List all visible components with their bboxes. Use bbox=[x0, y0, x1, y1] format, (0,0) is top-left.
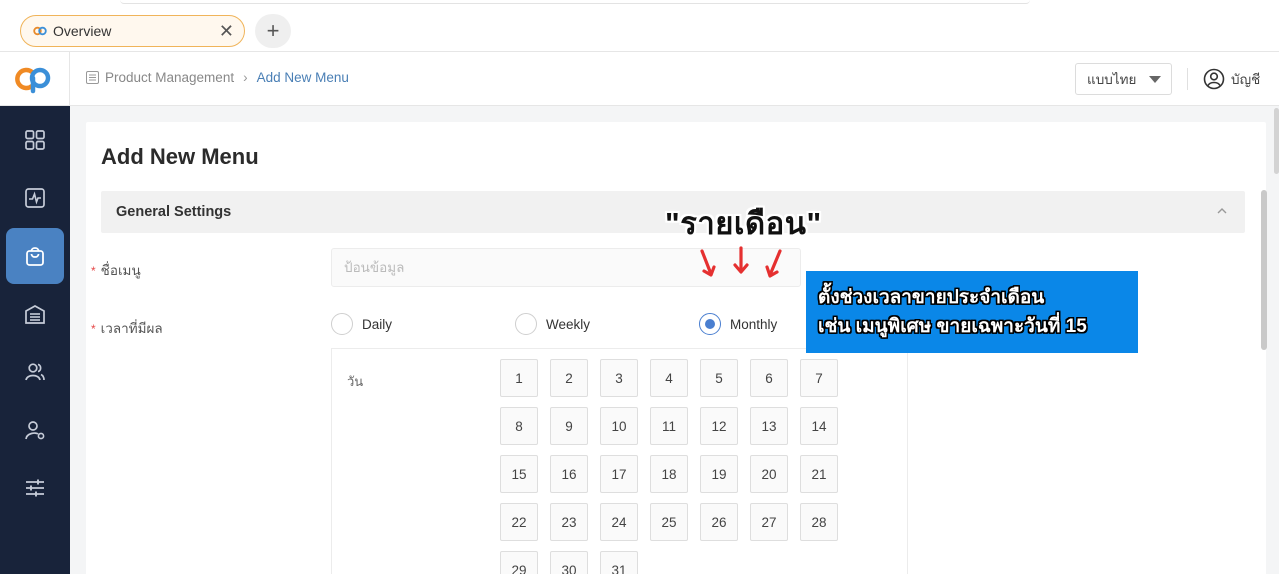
header-divider bbox=[1187, 68, 1188, 90]
list-icon bbox=[86, 71, 99, 84]
account-button[interactable]: บัญชี bbox=[1203, 68, 1260, 90]
menu-name-label: * ชื่อเมนู bbox=[91, 259, 141, 281]
content-scrollbar[interactable] bbox=[1261, 190, 1267, 350]
app-logo-icon bbox=[33, 26, 47, 36]
app-header: Product Management › Add New Menu แบบไทย… bbox=[0, 52, 1279, 106]
add-tab-button[interactable]: + bbox=[255, 14, 291, 48]
chevron-right-icon: › bbox=[243, 70, 248, 85]
page-scrollbar[interactable] bbox=[1274, 108, 1279, 174]
sidebar-item-customers[interactable] bbox=[6, 344, 64, 400]
day-grid: 1 2 3 4 5 6 7 8 9 10 11 12 13 14 15 16 17 18 19 20 21 22 23 24 2… bbox=[500, 359, 838, 574]
sidebar-item-products[interactable] bbox=[6, 228, 64, 284]
page-title: Add New Menu bbox=[101, 144, 259, 169]
day-cell[interactable]: 19 bbox=[700, 455, 738, 493]
day-cell[interactable]: 8 bbox=[500, 407, 538, 445]
dashboard-grid-icon bbox=[25, 130, 45, 150]
sidebar-item-inventory[interactable] bbox=[6, 286, 64, 342]
day-cell[interactable]: 6 bbox=[750, 359, 788, 397]
day-cell[interactable]: 24 bbox=[600, 503, 638, 541]
radio-circle bbox=[331, 313, 353, 335]
annotation-line-2: เช่น เมนูพิเศษ ขายเฉพาะวันที่ 15 bbox=[818, 316, 1087, 337]
day-cell[interactable]: 5 bbox=[700, 359, 738, 397]
sliders-icon bbox=[26, 479, 44, 497]
sidebar bbox=[0, 106, 70, 574]
menu-name-label-text: ชื่อเมนู bbox=[100, 263, 141, 278]
radio-monthly[interactable]: Monthly bbox=[699, 313, 777, 335]
day-cell[interactable]: 14 bbox=[800, 407, 838, 445]
day-of-month-panel: วัน 1 2 3 4 5 6 7 8 9 10 11 12 13 14 15 16 17 18 19 20 21 22 2… bbox=[331, 348, 908, 574]
language-select[interactable]: แบบไทย bbox=[1075, 63, 1172, 95]
period-label: * เวลาที่มีผล bbox=[91, 317, 163, 339]
radio-daily[interactable]: Daily bbox=[331, 313, 392, 335]
day-cell[interactable]: 20 bbox=[750, 455, 788, 493]
activity-chart-icon bbox=[25, 188, 45, 208]
radio-weekly-label: Weekly bbox=[546, 316, 591, 332]
day-cell[interactable]: 22 bbox=[500, 503, 538, 541]
day-cell[interactable]: 16 bbox=[550, 455, 588, 493]
account-label: บัญชี bbox=[1231, 72, 1261, 87]
section-title: General Settings bbox=[116, 204, 232, 220]
annotation-box: ตั้งช่วงเวลาขายประจำเดือน เช่น เมนูพิเศษ… bbox=[806, 271, 1138, 353]
day-cell[interactable]: 21 bbox=[800, 455, 838, 493]
period-label-text: เวลาที่มีผล bbox=[100, 321, 163, 336]
day-cell[interactable]: 2 bbox=[550, 359, 588, 397]
day-cell[interactable]: 15 bbox=[500, 455, 538, 493]
radio-monthly-label: Monthly bbox=[730, 316, 778, 332]
sidebar-item-reports[interactable] bbox=[6, 170, 64, 226]
day-cell[interactable]: 4 bbox=[650, 359, 688, 397]
day-cell[interactable]: 11 bbox=[650, 407, 688, 445]
day-cell[interactable]: 17 bbox=[600, 455, 638, 493]
annotation-arrows bbox=[700, 246, 782, 278]
language-select-value: แบบไทย bbox=[1087, 72, 1137, 87]
day-cell[interactable]: 26 bbox=[700, 503, 738, 541]
annotation-line-1: ตั้งช่วงเวลาขายประจำเดือน bbox=[818, 287, 1045, 308]
day-cell[interactable]: 7 bbox=[800, 359, 838, 397]
day-cell[interactable]: 1 bbox=[500, 359, 538, 397]
sidebar-item-settings[interactable] bbox=[6, 460, 64, 516]
sidebar-item-staff[interactable] bbox=[6, 402, 64, 458]
address-bar-hint bbox=[120, 0, 1030, 4]
day-cell[interactable]: 18 bbox=[650, 455, 688, 493]
day-cell[interactable]: 28 bbox=[800, 503, 838, 541]
brand-logo-icon bbox=[14, 67, 50, 94]
day-label: วัน bbox=[347, 374, 364, 389]
radio-daily-label: Daily bbox=[362, 316, 393, 332]
required-marker: * bbox=[91, 264, 96, 278]
day-cell[interactable]: 29 bbox=[500, 551, 538, 574]
sidebar-item-dashboard[interactable] bbox=[6, 112, 64, 168]
tab-overview[interactable]: Overview ✕ bbox=[20, 15, 245, 47]
user-circle-icon bbox=[1203, 68, 1225, 90]
radio-weekly[interactable]: Weekly bbox=[515, 313, 590, 335]
required-marker: * bbox=[91, 322, 96, 336]
breadcrumb: Product Management › Add New Menu bbox=[86, 70, 349, 85]
users-group-icon bbox=[25, 363, 45, 381]
shopping-bag-icon bbox=[26, 247, 44, 266]
caret-down-icon bbox=[1149, 75, 1161, 83]
app-logo[interactable] bbox=[0, 52, 70, 106]
day-cell[interactable]: 27 bbox=[750, 503, 788, 541]
chevron-up-icon[interactable] bbox=[1217, 206, 1227, 216]
annotation-title: "รายเดือน" bbox=[665, 206, 822, 241]
user-settings-icon bbox=[25, 421, 45, 440]
day-cell[interactable]: 3 bbox=[600, 359, 638, 397]
tab-label: Overview bbox=[53, 23, 112, 39]
tab-bar: Overview ✕ + bbox=[0, 0, 1279, 52]
breadcrumb-add-new-menu: Add New Menu bbox=[256, 70, 349, 85]
day-cell[interactable]: 12 bbox=[700, 407, 738, 445]
plus-icon: + bbox=[266, 18, 280, 43]
day-cell[interactable]: 10 bbox=[600, 407, 638, 445]
radio-circle bbox=[699, 313, 721, 335]
inventory-icon bbox=[25, 305, 45, 324]
day-cell[interactable]: 23 bbox=[550, 503, 588, 541]
day-cell[interactable]: 13 bbox=[750, 407, 788, 445]
close-icon[interactable]: ✕ bbox=[219, 22, 234, 40]
breadcrumb-product-management[interactable]: Product Management bbox=[105, 70, 234, 85]
radio-circle bbox=[515, 313, 537, 335]
day-cell[interactable]: 30 bbox=[550, 551, 588, 574]
day-cell[interactable]: 25 bbox=[650, 503, 688, 541]
day-cell[interactable]: 9 bbox=[550, 407, 588, 445]
day-cell[interactable]: 31 bbox=[600, 551, 638, 574]
